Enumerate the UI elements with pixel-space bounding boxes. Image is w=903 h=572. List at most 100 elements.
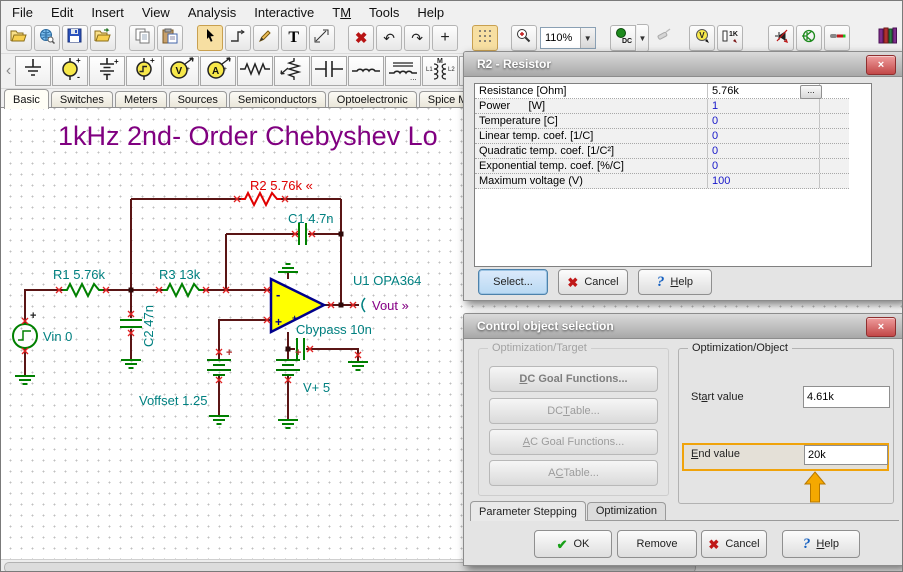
- select-button[interactable]: Select...: [478, 269, 548, 295]
- ellipsis-button[interactable]: ...: [800, 85, 822, 99]
- menu-tools[interactable]: Tools: [360, 2, 408, 23]
- web-open-button[interactable]: [34, 25, 60, 51]
- iron-core-inductor-icon: ...: [387, 57, 419, 86]
- property-value[interactable]: 0: [707, 114, 819, 128]
- menu-analysis[interactable]: Analysis: [179, 2, 245, 23]
- tab-basic[interactable]: Basic: [4, 89, 49, 109]
- menu-interactive[interactable]: Interactive: [245, 2, 323, 23]
- property-label: Maximum voltage (V): [475, 174, 707, 188]
- paste-button[interactable]: [157, 25, 183, 51]
- wire-tool-button[interactable]: [225, 25, 251, 51]
- label-vplus[interactable]: V+ 5: [303, 380, 330, 395]
- capacitor-c1[interactable]: [299, 223, 306, 245]
- ground-symbol[interactable]: [15, 376, 35, 384]
- menu-view[interactable]: View: [133, 2, 179, 23]
- zoom-level-combobox[interactable]: 110% ▼: [540, 27, 596, 49]
- component-ground-button[interactable]: [15, 56, 51, 86]
- label-c2[interactable]: C2 47n: [141, 305, 156, 347]
- label-opamp[interactable]: U1 OPA364: [353, 273, 421, 288]
- label-voffset[interactable]: Voffset 1.25: [139, 393, 207, 408]
- component-voltmeter-button[interactable]: V+: [163, 56, 199, 86]
- component-ammeter-button[interactable]: A+: [200, 56, 236, 86]
- capacitor-c2[interactable]: [120, 320, 142, 327]
- help-button[interactable]: ? Help: [782, 530, 860, 558]
- pencil-tool-button[interactable]: [253, 25, 279, 51]
- tab-optimization[interactable]: Optimization: [587, 502, 666, 520]
- tab-parameter-stepping[interactable]: Parameter Stepping: [470, 501, 586, 521]
- label-r2[interactable]: R2 5.76k «: [250, 178, 313, 193]
- menu-insert[interactable]: Insert: [82, 2, 133, 23]
- remove-button[interactable]: Remove: [617, 530, 697, 558]
- label-vin[interactable]: Vin 0: [43, 329, 72, 344]
- close-icon[interactable]: ×: [866, 55, 896, 75]
- component-fault-button[interactable]: [768, 25, 794, 51]
- component-potentiometer-button[interactable]: [274, 56, 310, 86]
- ground-symbol[interactable]: [121, 360, 141, 368]
- component-voltage-generator-button[interactable]: +: [126, 56, 162, 86]
- text-tool-button[interactable]: T: [281, 25, 307, 51]
- component-voltage-source-button[interactable]: +-: [52, 56, 88, 86]
- schematic-title[interactable]: 1kHz 2nd- Order Chebyshev Lo: [58, 121, 438, 151]
- menu-file[interactable]: File: [3, 2, 42, 23]
- redo-button[interactable]: ↷: [404, 25, 430, 51]
- quick-voltmeter-button[interactable]: V: [689, 25, 715, 51]
- label-vout[interactable]: Vout »: [372, 298, 409, 313]
- open-recent-button[interactable]: [90, 25, 116, 51]
- undo-button[interactable]: ↶: [376, 25, 402, 51]
- label-cbypass[interactable]: Cbypass 10n: [296, 322, 372, 337]
- component-inductor-button[interactable]: [348, 56, 384, 86]
- open-file-button[interactable]: [6, 25, 32, 51]
- property-value[interactable]: 1: [707, 99, 819, 113]
- select-tool-button[interactable]: [197, 25, 223, 51]
- grid-toggle-button[interactable]: [472, 25, 498, 51]
- probe-pin-button[interactable]: [824, 25, 850, 51]
- quick-resistance-button[interactable]: 1K: [717, 25, 743, 51]
- menu-help[interactable]: Help: [408, 2, 453, 23]
- control-dialog-titlebar[interactable]: Control object selection: [464, 314, 903, 339]
- label-r3[interactable]: R3 13k: [159, 267, 201, 282]
- ground-symbol-opamp-top[interactable]: [278, 264, 298, 272]
- label-c1[interactable]: C1 4.7n: [288, 211, 334, 226]
- svg-text:1K: 1K: [729, 31, 738, 38]
- library-button[interactable]: [875, 25, 901, 51]
- cancel-button[interactable]: ✖ Cancel: [701, 530, 767, 558]
- menu-edit[interactable]: Edit: [42, 2, 82, 23]
- resistor-r1[interactable]: [63, 284, 103, 296]
- component-test-button[interactable]: [796, 25, 822, 51]
- zoom-in-button[interactable]: [511, 25, 537, 51]
- resistor-r3[interactable]: [163, 284, 203, 296]
- delete-button[interactable]: ✖: [348, 25, 374, 51]
- probe-tool-button[interactable]: [650, 25, 676, 51]
- ok-button[interactable]: ✔ OK: [534, 530, 612, 558]
- dc-interactive-mode-button[interactable]: DC: [610, 25, 636, 51]
- chevron-down-icon[interactable]: ▼: [580, 28, 595, 48]
- ground-symbol[interactable]: [209, 416, 229, 424]
- component-battery-button[interactable]: +: [89, 56, 125, 86]
- close-icon[interactable]: ×: [866, 317, 896, 337]
- property-value[interactable]: 0: [707, 159, 819, 173]
- cancel-button[interactable]: ✖ Cancel: [558, 269, 628, 295]
- resistor-r2-selected[interactable]: [241, 193, 281, 205]
- component-resistor-button[interactable]: [237, 56, 273, 86]
- component-iron-core-inductor-button[interactable]: ...: [385, 56, 421, 86]
- property-value[interactable]: 100: [707, 174, 819, 188]
- resistor-dialog-titlebar[interactable]: R2 - Resistor: [464, 52, 903, 77]
- dc-mode-dropdown-arrow[interactable]: ▼: [637, 24, 649, 52]
- save-button[interactable]: [62, 25, 88, 51]
- menu-tm[interactable]: TM: [323, 2, 360, 23]
- point-tool-button[interactable]: +: [432, 25, 458, 51]
- help-button[interactable]: ? Help: [638, 269, 712, 295]
- dimension-tool-button[interactable]: [309, 25, 335, 51]
- label-r1[interactable]: R1 5.76k: [53, 267, 106, 282]
- start-value-input[interactable]: [803, 386, 890, 408]
- ground-symbol[interactable]: [348, 362, 368, 370]
- ground-symbol[interactable]: [278, 420, 298, 428]
- palette-scroll-left-icon[interactable]: ‹: [2, 56, 15, 86]
- component-capacitor-button[interactable]: [311, 56, 347, 86]
- vout-terminal[interactable]: [362, 298, 365, 312]
- copy-button[interactable]: [129, 25, 155, 51]
- end-value-input[interactable]: [804, 445, 888, 465]
- component-coupled-inductors-button[interactable]: ML1L2: [422, 56, 458, 86]
- property-value[interactable]: 0: [707, 129, 819, 143]
- property-value[interactable]: 0: [707, 144, 819, 158]
